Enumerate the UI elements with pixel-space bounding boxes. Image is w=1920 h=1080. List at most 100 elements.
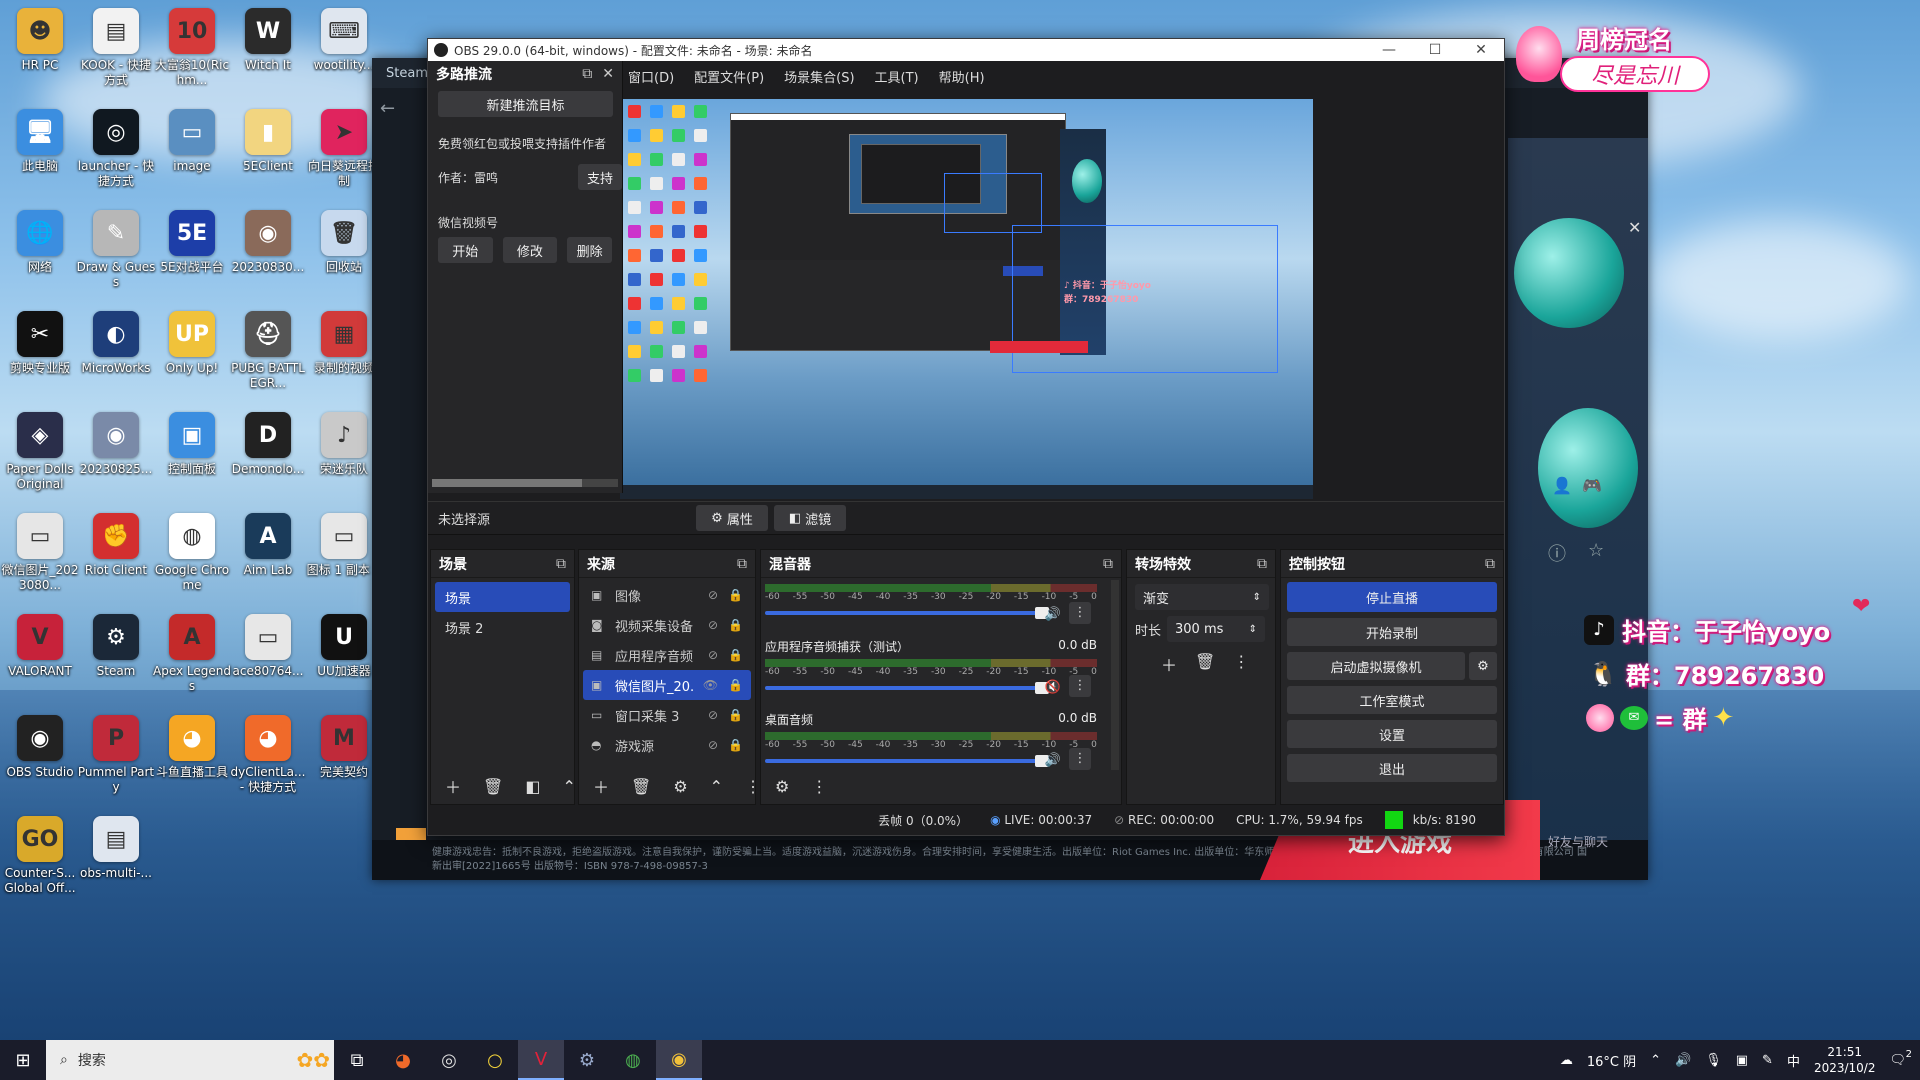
desktop-icon[interactable]: ◕ dyClientLa... - 快捷方式: [228, 715, 308, 795]
desktop-icon[interactable]: ▤ obs-multi-...: [76, 816, 156, 881]
scrollbar[interactable]: [432, 479, 618, 487]
gear-icon[interactable]: ⚙: [1469, 652, 1497, 680]
task-view-icon[interactable]: ⧉: [334, 1040, 380, 1080]
search-box[interactable]: ⌕ 搜索 ✿✿: [46, 1040, 334, 1080]
desktop-icon[interactable]: ▭ image: [152, 109, 232, 174]
close-icon[interactable]: ✕: [1458, 42, 1504, 58]
osu-icon[interactable]: ○: [472, 1040, 518, 1080]
float-icon[interactable]: ⧉: [556, 556, 566, 572]
obs-icon[interactable]: ◉: [656, 1040, 702, 1080]
source-item[interactable]: ◙ 视频采集设备 ⊘ 🔒: [583, 610, 751, 640]
lock-icon[interactable]: 🔒: [728, 708, 743, 722]
chevron-up-icon[interactable]: ⌃: [1650, 1053, 1661, 1068]
eye-icon[interactable]: ⊘: [708, 708, 718, 722]
lock-icon[interactable]: 🔒: [728, 588, 743, 602]
lock-icon[interactable]: 🔒: [728, 618, 743, 632]
notification-icon[interactable]: 🗨 2: [1889, 1049, 1912, 1068]
mic-icon[interactable]: 🎙: [1705, 1053, 1722, 1068]
lock-icon[interactable]: 🔒: [728, 738, 743, 752]
desktop-icon[interactable]: ◐ MicroWorks: [76, 311, 156, 376]
desktop-icon[interactable]: ▮ 5EClient: [228, 109, 308, 174]
desktop-icon[interactable]: ▭ 微信图片_2023080...: [0, 513, 80, 593]
menu-item[interactable]: 工具(T): [875, 63, 919, 90]
float-icon[interactable]: ⧉: [1257, 556, 1267, 572]
lock-icon[interactable]: 🔒: [728, 648, 743, 662]
volume-icon[interactable]: 🔊: [1675, 1053, 1691, 1068]
source-item[interactable]: ▤ 应用程序音频 ⊘ 🔒: [583, 640, 751, 670]
desktop-icon[interactable]: ✂ 剪映专业版: [0, 311, 80, 376]
duration-input[interactable]: 300 ms ⇕: [1167, 616, 1266, 642]
transition-select[interactable]: 渐变 ⇕: [1135, 584, 1269, 610]
desktop-icon[interactable]: ▭ ace80764...: [228, 614, 308, 679]
eye-icon[interactable]: 👁: [703, 678, 718, 692]
edit-button[interactable]: 修改: [502, 237, 558, 263]
settings-button[interactable]: 设置: [1287, 720, 1497, 748]
new-target-button[interactable]: 新建推流目标: [438, 91, 613, 117]
menu-item[interactable]: 配置文件(P): [694, 63, 764, 90]
source-item[interactable]: ◓ 游戏源 ⊘ 🔒: [583, 730, 751, 760]
volume-slider[interactable]: [765, 606, 1049, 620]
float-icon[interactable]: ⧉: [1485, 556, 1495, 572]
more-icon[interactable]: ⋮: [811, 777, 827, 796]
preview-canvas[interactable]: ♪ 抖音：于子怡yoyo 群：789267830: [620, 99, 1313, 499]
eye-icon[interactable]: ⊘: [708, 738, 718, 752]
desktop-icon[interactable]: ◎ launcher - 快捷方式: [76, 109, 156, 189]
trash-icon[interactable]: 🗑: [631, 777, 651, 796]
add-icon[interactable]: ＋: [1161, 652, 1177, 676]
volume-slider[interactable]: [765, 754, 1049, 768]
weather-text[interactable]: 16°C 阴: [1587, 1051, 1636, 1070]
more-icon[interactable]: ⋮: [1233, 652, 1249, 676]
gear-icon[interactable]: ⚙: [673, 777, 687, 796]
more-icon[interactable]: ⋮: [1069, 675, 1091, 697]
filters-button[interactable]: ◧ 滤镜: [774, 505, 847, 531]
steam-back-icon[interactable]: ←: [380, 98, 395, 119]
desktop-icon[interactable]: P Pummel Party: [76, 715, 156, 795]
desktop-icon[interactable]: ☻ HR PC: [0, 8, 80, 73]
start-button[interactable]: ⊞: [0, 1040, 46, 1080]
desktop-icon[interactable]: A Apex Legends: [152, 614, 232, 694]
menu-item[interactable]: 场景集合(S): [784, 63, 854, 90]
mute-icon[interactable]: 🔇: [1045, 680, 1061, 695]
valorant-icon[interactable]: V: [518, 1040, 564, 1080]
user-icon[interactable]: 👤: [1552, 476, 1572, 495]
desktop-icon[interactable]: ◉ 20230825...: [76, 412, 156, 477]
weather-icon[interactable]: ☁: [1560, 1053, 1573, 1068]
exit-button[interactable]: 退出: [1287, 754, 1497, 782]
up-icon[interactable]: ⌃: [562, 777, 575, 796]
more-icon[interactable]: ⋮: [1069, 748, 1091, 770]
desktop-icon[interactable]: ◕ 斗鱼直播工具: [152, 715, 232, 780]
desktop-icon[interactable]: GO Counter-S... Global Off...: [0, 816, 80, 896]
desktop-icon[interactable]: A Aim Lab: [228, 513, 308, 578]
studio-mode-button[interactable]: 工作室模式: [1287, 686, 1497, 714]
menu-item[interactable]: 帮助(H): [939, 63, 985, 90]
source-item[interactable]: ▣ 图像 ⊘ 🔒: [583, 580, 751, 610]
desktop-icon[interactable]: ✊ Riot Client: [76, 513, 156, 578]
desktop-icon[interactable]: ◍ Google Chrome: [152, 513, 232, 593]
support-button[interactable]: 支持: [578, 164, 622, 190]
steam-icon[interactable]: ⚙: [564, 1040, 610, 1080]
float-icon[interactable]: ⧉: [582, 66, 592, 82]
scene-item[interactable]: 场景 2: [435, 612, 570, 642]
desktop-icon[interactable]: 🌐 网络: [0, 210, 80, 275]
delete-button[interactable]: 删除: [567, 237, 612, 263]
desktop-icon[interactable]: D Demonolo...: [228, 412, 308, 477]
info-icon[interactable]: ⓘ: [1548, 540, 1566, 566]
chrome-icon[interactable]: ◍: [610, 1040, 656, 1080]
launcher-icon[interactable]: ◎: [426, 1040, 472, 1080]
desktop-icon[interactable]: ▣ 控制面板: [152, 412, 232, 477]
friends-chat-label[interactable]: 好友与聊天: [1548, 833, 1608, 850]
desktop-icon[interactable]: ✎ Draw & Guess: [76, 210, 156, 290]
float-icon[interactable]: ⧉: [1103, 556, 1113, 572]
desktop-icon[interactable]: V VALORANT: [0, 614, 80, 679]
desktop-icon[interactable]: ◉ OBS Studio: [0, 715, 80, 780]
minimize-icon[interactable]: —: [1366, 42, 1412, 58]
close-icon[interactable]: ✕: [1628, 218, 1641, 237]
obs-window[interactable]: OBS 29.0.0 (64-bit, windows) - 配置文件: 未命名…: [427, 38, 1505, 836]
filter-icon[interactable]: ◧: [525, 777, 540, 796]
desktop-icon[interactable]: UP Only Up!: [152, 311, 232, 376]
float-icon[interactable]: ⧉: [737, 556, 747, 572]
trash-icon[interactable]: 🗑: [483, 777, 503, 796]
gamepad-icon[interactable]: 🎮: [1582, 476, 1602, 495]
add-icon[interactable]: ＋: [593, 774, 609, 798]
desktop-icon[interactable]: W Witch It: [228, 8, 308, 73]
